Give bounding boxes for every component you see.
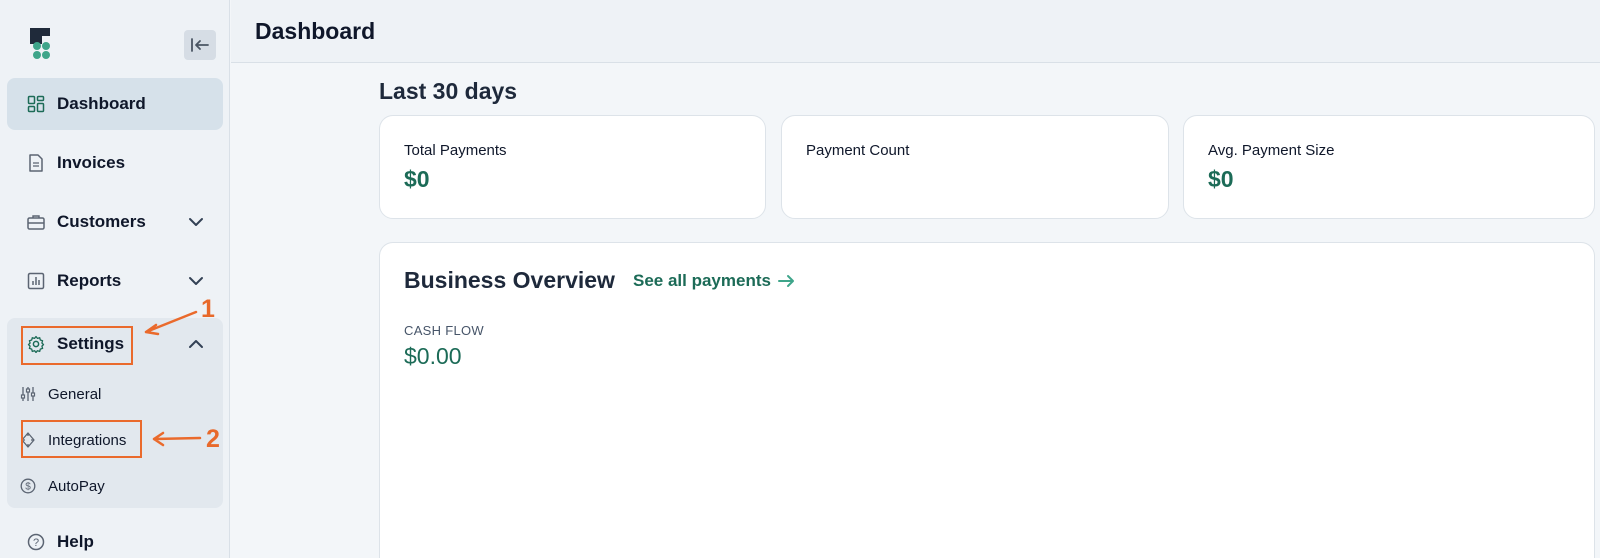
annotation-arrow-2 (152, 431, 202, 447)
svg-text:$: $ (25, 482, 31, 493)
svg-text:?: ? (33, 537, 39, 549)
dollar-circle-icon: $ (20, 478, 36, 494)
card-value: $0 (404, 166, 430, 192)
bar-chart-icon (27, 272, 45, 290)
annotation-box-settings (21, 326, 133, 365)
avg-payment-size-card: Avg. Payment Size $0 (1183, 115, 1595, 219)
overview-title: Business Overview (404, 267, 615, 293)
sliders-icon (20, 386, 36, 402)
sidebar-item-label: Customers (57, 212, 146, 231)
card-label: Payment Count (806, 142, 910, 159)
top-bar: Dashboard (231, 0, 1600, 63)
sidebar-item-label: Dashboard (57, 94, 146, 113)
see-all-payments-link[interactable]: See all payments (633, 271, 797, 291)
total-payments-card: Total Payments $0 (379, 115, 766, 219)
annotation-number-2: 2 (206, 425, 220, 453)
sidebar-item-label: Invoices (57, 153, 126, 172)
arrow-right-icon (777, 275, 794, 287)
sidebar-item-customers[interactable]: Customers (7, 196, 223, 248)
annotation-arrow-1 (144, 310, 198, 336)
collapse-left-icon (191, 38, 209, 52)
card-label: Total Payments (404, 142, 507, 159)
payment-count-card: Payment Count (781, 115, 1169, 219)
link-label: See all payments (633, 271, 771, 290)
settings-sub-general[interactable]: General (20, 379, 101, 409)
page-title: Dashboard (255, 18, 376, 44)
help-icon: ? (27, 533, 45, 551)
annotation-box-integrations (21, 420, 142, 458)
app-logo[interactable] (30, 28, 52, 59)
annotation-number-1: 1 (201, 295, 215, 323)
period-title: Last 30 days (379, 78, 518, 104)
collapse-sidebar-button[interactable] (184, 30, 216, 60)
briefcase-icon (27, 213, 45, 231)
document-icon (27, 154, 45, 172)
chevron-down-icon (189, 218, 203, 226)
sidebar-item-dashboard[interactable]: Dashboard (7, 78, 223, 130)
sub-item-label: AutoPay (48, 477, 105, 495)
cash-flow-label: CASH FLOW (404, 323, 484, 338)
sidebar-item-label: Help (57, 532, 94, 551)
sidebar: Dashboard Invoices Customers Reports Set… (0, 0, 230, 558)
grid-icon (27, 95, 45, 113)
card-value: $0 (1208, 166, 1234, 192)
sub-item-label: General (48, 385, 102, 403)
settings-sub-autopay[interactable]: $ AutoPay (20, 471, 105, 501)
card-label: Avg. Payment Size (1208, 142, 1335, 159)
business-overview-panel: Business Overview See all payments CASH … (379, 242, 1595, 558)
sidebar-item-help[interactable]: ? Help (7, 516, 223, 558)
cash-flow-value: $0.00 (404, 343, 462, 369)
chevron-down-icon (189, 277, 203, 285)
sidebar-item-label: Reports (57, 271, 122, 290)
sidebar-item-reports[interactable]: Reports (7, 255, 223, 307)
sidebar-item-invoices[interactable]: Invoices (7, 137, 223, 189)
